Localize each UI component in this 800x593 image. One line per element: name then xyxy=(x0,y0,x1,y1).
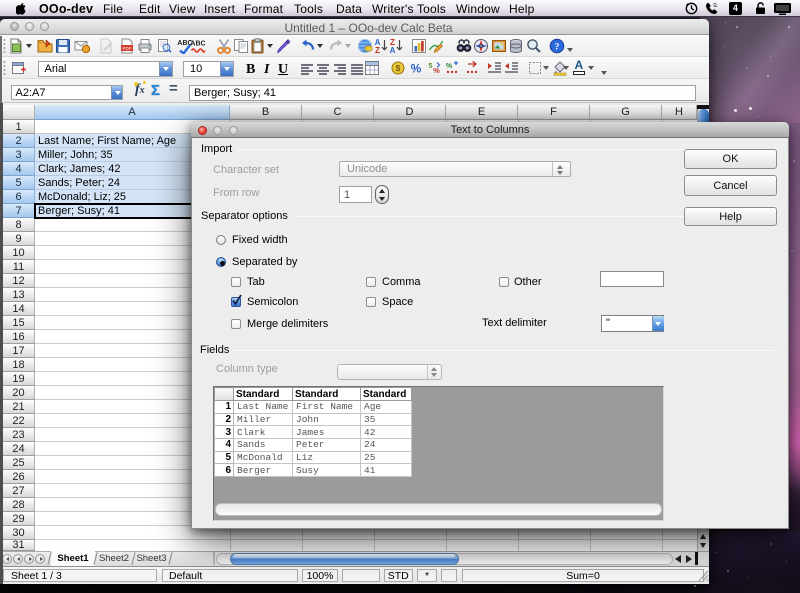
svg-text:?: ? xyxy=(554,42,559,52)
svg-text:%: % xyxy=(445,63,452,70)
svg-text:PDF: PDF xyxy=(122,46,131,51)
svg-text:A: A xyxy=(389,46,395,54)
svg-text:Z: Z xyxy=(375,46,380,54)
svg-text:ABC: ABC xyxy=(190,41,205,48)
svg-text:5: 5 xyxy=(428,61,432,70)
svg-text:%: % xyxy=(433,66,440,75)
svg-text:%: % xyxy=(411,62,422,76)
svg-text:$: $ xyxy=(396,63,401,73)
